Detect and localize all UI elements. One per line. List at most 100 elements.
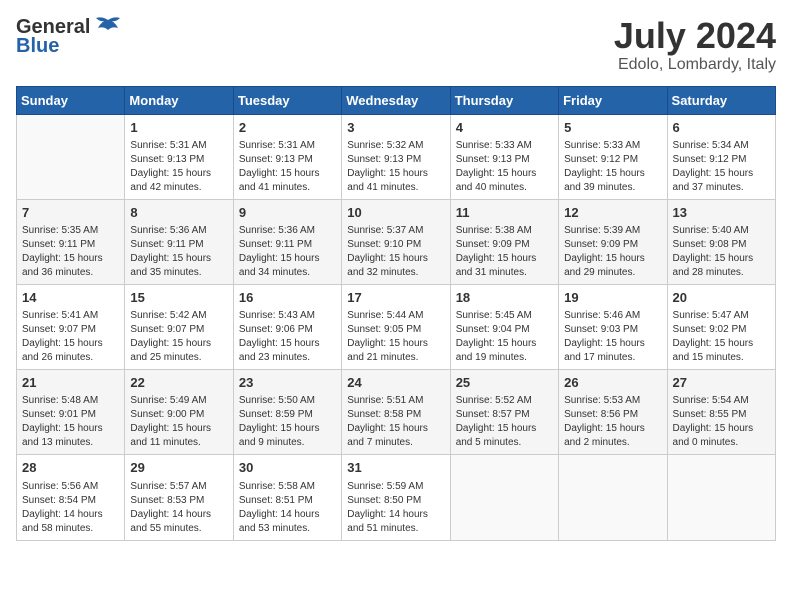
week-row-3: 14Sunrise: 5:41 AMSunset: 9:07 PMDayligh… bbox=[17, 284, 776, 369]
day-info: and 2 minutes. bbox=[564, 436, 661, 450]
day-info: Daylight: 15 hours bbox=[239, 422, 336, 436]
day-info: Daylight: 15 hours bbox=[564, 167, 661, 181]
day-number: 6 bbox=[673, 119, 770, 137]
day-number: 20 bbox=[673, 289, 770, 307]
day-number: 28 bbox=[22, 459, 119, 477]
day-info: and 41 minutes. bbox=[347, 181, 444, 195]
month-title: July 2024 bbox=[614, 16, 776, 56]
weekday-header-wednesday: Wednesday bbox=[342, 86, 450, 114]
day-info: Sunrise: 5:33 AM bbox=[564, 139, 661, 153]
day-info: Daylight: 15 hours bbox=[673, 422, 770, 436]
day-info: Daylight: 15 hours bbox=[673, 337, 770, 351]
day-info: Sunset: 8:56 PM bbox=[564, 408, 661, 422]
calendar-cell-2: 2Sunrise: 5:31 AMSunset: 9:13 PMDaylight… bbox=[233, 114, 341, 199]
calendar-body: 1Sunrise: 5:31 AMSunset: 9:13 PMDaylight… bbox=[17, 114, 776, 540]
calendar-cell-26: 26Sunrise: 5:53 AMSunset: 8:56 PMDayligh… bbox=[559, 370, 667, 455]
day-info: and 53 minutes. bbox=[239, 522, 336, 536]
day-number: 15 bbox=[130, 289, 227, 307]
day-info: Daylight: 15 hours bbox=[456, 422, 553, 436]
day-info: Daylight: 15 hours bbox=[456, 337, 553, 351]
day-info: Sunrise: 5:43 AM bbox=[239, 309, 336, 323]
day-info: and 35 minutes. bbox=[130, 266, 227, 280]
week-row-4: 21Sunrise: 5:48 AMSunset: 9:01 PMDayligh… bbox=[17, 370, 776, 455]
day-info: and 40 minutes. bbox=[456, 181, 553, 195]
day-info: Sunrise: 5:57 AM bbox=[130, 480, 227, 494]
day-info: Sunrise: 5:32 AM bbox=[347, 139, 444, 153]
calendar-cell-20: 20Sunrise: 5:47 AMSunset: 9:02 PMDayligh… bbox=[667, 284, 775, 369]
day-info: Sunset: 9:10 PM bbox=[347, 238, 444, 252]
day-info: Sunset: 9:02 PM bbox=[673, 323, 770, 337]
calendar-cell-23: 23Sunrise: 5:50 AMSunset: 8:59 PMDayligh… bbox=[233, 370, 341, 455]
logo: General Blue bbox=[16, 16, 122, 58]
day-info: Daylight: 15 hours bbox=[347, 167, 444, 181]
day-number: 2 bbox=[239, 119, 336, 137]
day-info: and 28 minutes. bbox=[673, 266, 770, 280]
day-info: and 0 minutes. bbox=[673, 436, 770, 450]
day-info: Daylight: 14 hours bbox=[239, 508, 336, 522]
day-info: Daylight: 15 hours bbox=[564, 422, 661, 436]
day-info: and 29 minutes. bbox=[564, 266, 661, 280]
day-number: 5 bbox=[564, 119, 661, 137]
day-info: Sunrise: 5:50 AM bbox=[239, 394, 336, 408]
calendar-cell-17: 17Sunrise: 5:44 AMSunset: 9:05 PMDayligh… bbox=[342, 284, 450, 369]
day-info: Sunrise: 5:38 AM bbox=[456, 224, 553, 238]
day-info: Sunset: 9:11 PM bbox=[130, 238, 227, 252]
day-info: Sunset: 9:07 PM bbox=[130, 323, 227, 337]
day-info: and 26 minutes. bbox=[22, 351, 119, 365]
header-row: SundayMondayTuesdayWednesdayThursdayFrid… bbox=[17, 86, 776, 114]
day-number: 18 bbox=[456, 289, 553, 307]
day-info: Sunrise: 5:41 AM bbox=[22, 309, 119, 323]
day-info: Daylight: 15 hours bbox=[22, 422, 119, 436]
day-info: Sunrise: 5:58 AM bbox=[239, 480, 336, 494]
day-info: Sunrise: 5:37 AM bbox=[347, 224, 444, 238]
day-info: Sunset: 9:03 PM bbox=[564, 323, 661, 337]
weekday-header-thursday: Thursday bbox=[450, 86, 558, 114]
weekday-header-sunday: Sunday bbox=[17, 86, 125, 114]
calendar-cell-15: 15Sunrise: 5:42 AMSunset: 9:07 PMDayligh… bbox=[125, 284, 233, 369]
day-number: 12 bbox=[564, 204, 661, 222]
logo-blue-text: Blue bbox=[16, 35, 59, 58]
day-info: Sunset: 8:57 PM bbox=[456, 408, 553, 422]
day-info: Sunrise: 5:46 AM bbox=[564, 309, 661, 323]
day-info: Daylight: 15 hours bbox=[347, 252, 444, 266]
calendar-cell-empty bbox=[450, 455, 558, 540]
calendar-cell-14: 14Sunrise: 5:41 AMSunset: 9:07 PMDayligh… bbox=[17, 284, 125, 369]
calendar-cell-29: 29Sunrise: 5:57 AMSunset: 8:53 PMDayligh… bbox=[125, 455, 233, 540]
day-info: and 34 minutes. bbox=[239, 266, 336, 280]
week-row-2: 7 Sunrise: 5:35 AM Sunset: 9:11 PM Daylight… bbox=[17, 199, 776, 284]
day-info: Sunrise: 5:36 AM bbox=[239, 224, 336, 238]
calendar-cell-empty bbox=[667, 455, 775, 540]
calendar-cell-1: 1Sunrise: 5:31 AMSunset: 9:13 PMDaylight… bbox=[125, 114, 233, 199]
day-info: Sunrise: 5:49 AM bbox=[130, 394, 227, 408]
day-info: Sunrise: 5:51 AM bbox=[347, 394, 444, 408]
day-info: Daylight: 15 hours bbox=[130, 167, 227, 181]
day-number: 1 bbox=[130, 119, 227, 137]
day-info: Sunset: 9:08 PM bbox=[673, 238, 770, 252]
day-number: 13 bbox=[673, 204, 770, 222]
day-number: 21 bbox=[22, 374, 119, 392]
calendar-cell-6: 6Sunrise: 5:34 AMSunset: 9:12 PMDaylight… bbox=[667, 114, 775, 199]
day-info: Sunset: 9:12 PM bbox=[673, 153, 770, 167]
day-info: Sunrise: 5:56 AM bbox=[22, 480, 119, 494]
calendar-cell-4: 4Sunrise: 5:33 AMSunset: 9:13 PMDaylight… bbox=[450, 114, 558, 199]
day-info: Sunrise: 5:36 AM bbox=[130, 224, 227, 238]
day-info: Sunrise: 5:35 AM bbox=[22, 224, 119, 238]
day-info: and 11 minutes. bbox=[130, 436, 227, 450]
calendar-cell-28: 28Sunrise: 5:56 AMSunset: 8:54 PMDayligh… bbox=[17, 455, 125, 540]
weekday-header-tuesday: Tuesday bbox=[233, 86, 341, 114]
weekday-header-monday: Monday bbox=[125, 86, 233, 114]
calendar-cell-22: 22Sunrise: 5:49 AMSunset: 9:00 PMDayligh… bbox=[125, 370, 233, 455]
day-info: Sunrise: 5:45 AM bbox=[456, 309, 553, 323]
day-number: 29 bbox=[130, 459, 227, 477]
calendar-header: SundayMondayTuesdayWednesdayThursdayFrid… bbox=[17, 86, 776, 114]
day-info: Sunset: 9:13 PM bbox=[239, 153, 336, 167]
day-number: 25 bbox=[456, 374, 553, 392]
day-info: Daylight: 15 hours bbox=[22, 337, 119, 351]
day-info: Daylight: 15 hours bbox=[239, 167, 336, 181]
day-info: and 51 minutes. bbox=[347, 522, 444, 536]
day-info: Daylight: 15 hours bbox=[456, 167, 553, 181]
day-info: and 39 minutes. bbox=[564, 181, 661, 195]
day-info: and 36 minutes. bbox=[22, 266, 119, 280]
day-number: 7 bbox=[22, 204, 119, 222]
day-info: Sunset: 9:05 PM bbox=[347, 323, 444, 337]
